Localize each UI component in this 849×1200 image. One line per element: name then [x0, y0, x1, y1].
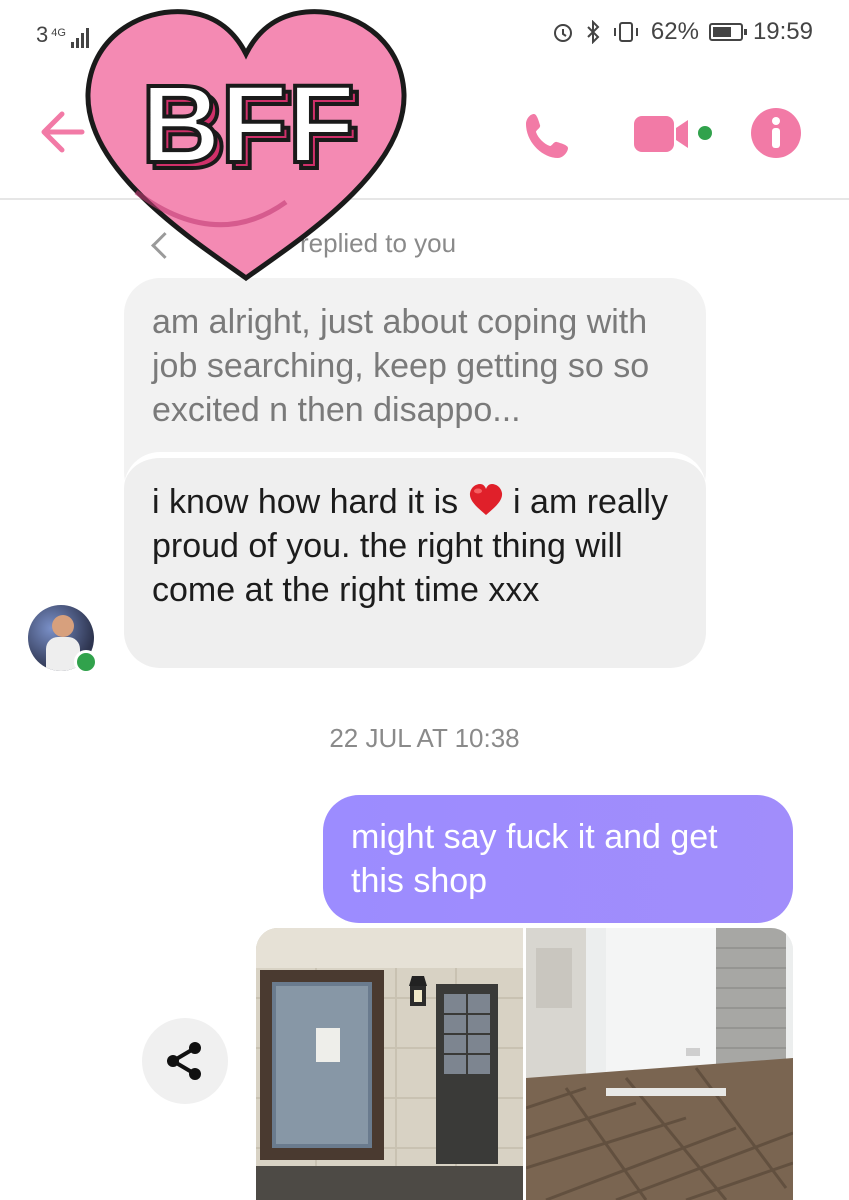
shop-exterior-photo[interactable]: [256, 928, 523, 1200]
sent-message-text: might say fuck it and get this shop: [351, 818, 718, 900]
share-button[interactable]: [142, 1018, 228, 1104]
status-icons: 62% 19:59: [551, 18, 813, 46]
sticker-label: BFF: [141, 63, 355, 186]
quoted-message-text: am alright, just about coping with job s…: [152, 303, 650, 429]
message-timestamp: 22 JUL AT 10:38: [329, 723, 520, 753]
phone-icon[interactable]: [520, 108, 576, 164]
online-status-dot: [698, 126, 712, 140]
received-text-start: i know how hard it is: [152, 483, 459, 521]
clock: 19:59: [752, 18, 813, 45]
vibrate-icon: [613, 22, 638, 42]
bff-heart-sticker: BFF BFF: [76, 2, 416, 292]
share-icon: [167, 1042, 201, 1080]
alarm-icon: [553, 24, 572, 42]
red-heart-icon: [469, 484, 502, 515]
sent-message-bubble[interactable]: might say fuck it and get this shop: [323, 795, 793, 923]
battery-icon: [708, 23, 747, 41]
received-message-bubble[interactable]: i know how hard it is i am really proud …: [124, 452, 706, 668]
bluetooth-icon: [587, 20, 600, 44]
video-camera-icon[interactable]: [632, 114, 692, 154]
info-icon[interactable]: [750, 107, 802, 159]
network-type: 4G: [51, 27, 66, 39]
shop-interior-photo[interactable]: [526, 928, 793, 1200]
heart-icon: BFF BFF: [85, 9, 407, 282]
battery-percent: 62%: [650, 18, 699, 45]
carrier-label: 3: [36, 22, 49, 47]
avatar-online-dot: [74, 650, 98, 674]
